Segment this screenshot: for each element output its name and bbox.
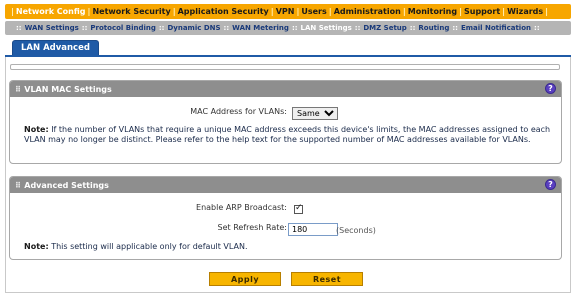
subnav-wan-settings[interactable]: WAN Settings [25, 24, 79, 32]
subnav-dynamic-dns[interactable]: Dynamic DNS [167, 24, 220, 32]
subnav-routing[interactable]: Routing [418, 24, 449, 32]
refresh-rate-unit: (Seconds) [336, 226, 376, 235]
nav-network-config[interactable]: Network Config [16, 7, 86, 16]
subnav-email-notification[interactable]: Email Notification [461, 24, 531, 32]
advanced-settings-header: ⠿ Advanced Settings ? [10, 177, 561, 193]
vlan-mac-note: Note: If the number of VLANs that requir… [24, 125, 551, 144]
nav-monitoring[interactable]: Monitoring [408, 7, 457, 16]
nav-vpn[interactable]: VPN [276, 7, 295, 16]
vlan-mac-settings-header: ⠿ VLAN MAC Settings ? [10, 81, 561, 97]
grip-icon: ⠿ [15, 180, 21, 190]
top-navigation-bar: | Network Config | Network Security | Ap… [5, 4, 571, 19]
nav-support[interactable]: Support [464, 7, 500, 16]
mac-address-row: MAC Address for VLANs: [0, 107, 287, 116]
nav-administration[interactable]: Administration [334, 7, 401, 16]
help-icon[interactable]: ? [545, 179, 556, 190]
status-bar [10, 64, 560, 70]
reset-button[interactable]: Reset [291, 272, 363, 286]
refresh-rate-label: Set Refresh Rate: [217, 223, 287, 232]
refresh-rate-row: Set Refresh Rate: [0, 223, 287, 232]
nav-application-security[interactable]: Application Security [178, 7, 269, 16]
arp-broadcast-checkbox[interactable] [294, 203, 303, 214]
grip-icon: ⠿ [15, 84, 21, 94]
arp-broadcast-label: Enable ARP Broadcast: [196, 203, 287, 212]
nav-wizards[interactable]: Wizards [507, 7, 543, 16]
mac-address-select[interactable]: Same [292, 107, 338, 120]
subnav-protocol-binding[interactable]: Protocol Binding [90, 24, 155, 32]
tab-lan-advanced[interactable]: LAN Advanced [12, 40, 99, 55]
nav-users[interactable]: Users [301, 7, 326, 16]
subnav-dmz-setup[interactable]: DMZ Setup [363, 24, 406, 32]
vlan-mac-settings-panel: ⠿ VLAN MAC Settings ? [9, 80, 562, 164]
subnav-lan-settings[interactable]: LAN Settings [301, 24, 352, 32]
nav-network-security[interactable]: Network Security [92, 7, 170, 16]
arp-broadcast-row: Enable ARP Broadcast: [0, 203, 287, 212]
mac-address-label: MAC Address for VLANs: [190, 107, 287, 116]
help-icon[interactable]: ? [545, 83, 556, 94]
vlan-mac-settings-title: VLAN MAC Settings [24, 84, 112, 94]
apply-button[interactable]: Apply [209, 272, 281, 286]
sub-navigation-bar: :: WAN Settings :: Protocol Binding :: D… [5, 21, 571, 35]
subnav-wan-metering[interactable]: WAN Metering [232, 24, 289, 32]
advanced-note: Note: This setting will applicable only … [24, 242, 248, 251]
advanced-settings-title: Advanced Settings [24, 180, 109, 190]
refresh-rate-input[interactable] [288, 223, 338, 236]
